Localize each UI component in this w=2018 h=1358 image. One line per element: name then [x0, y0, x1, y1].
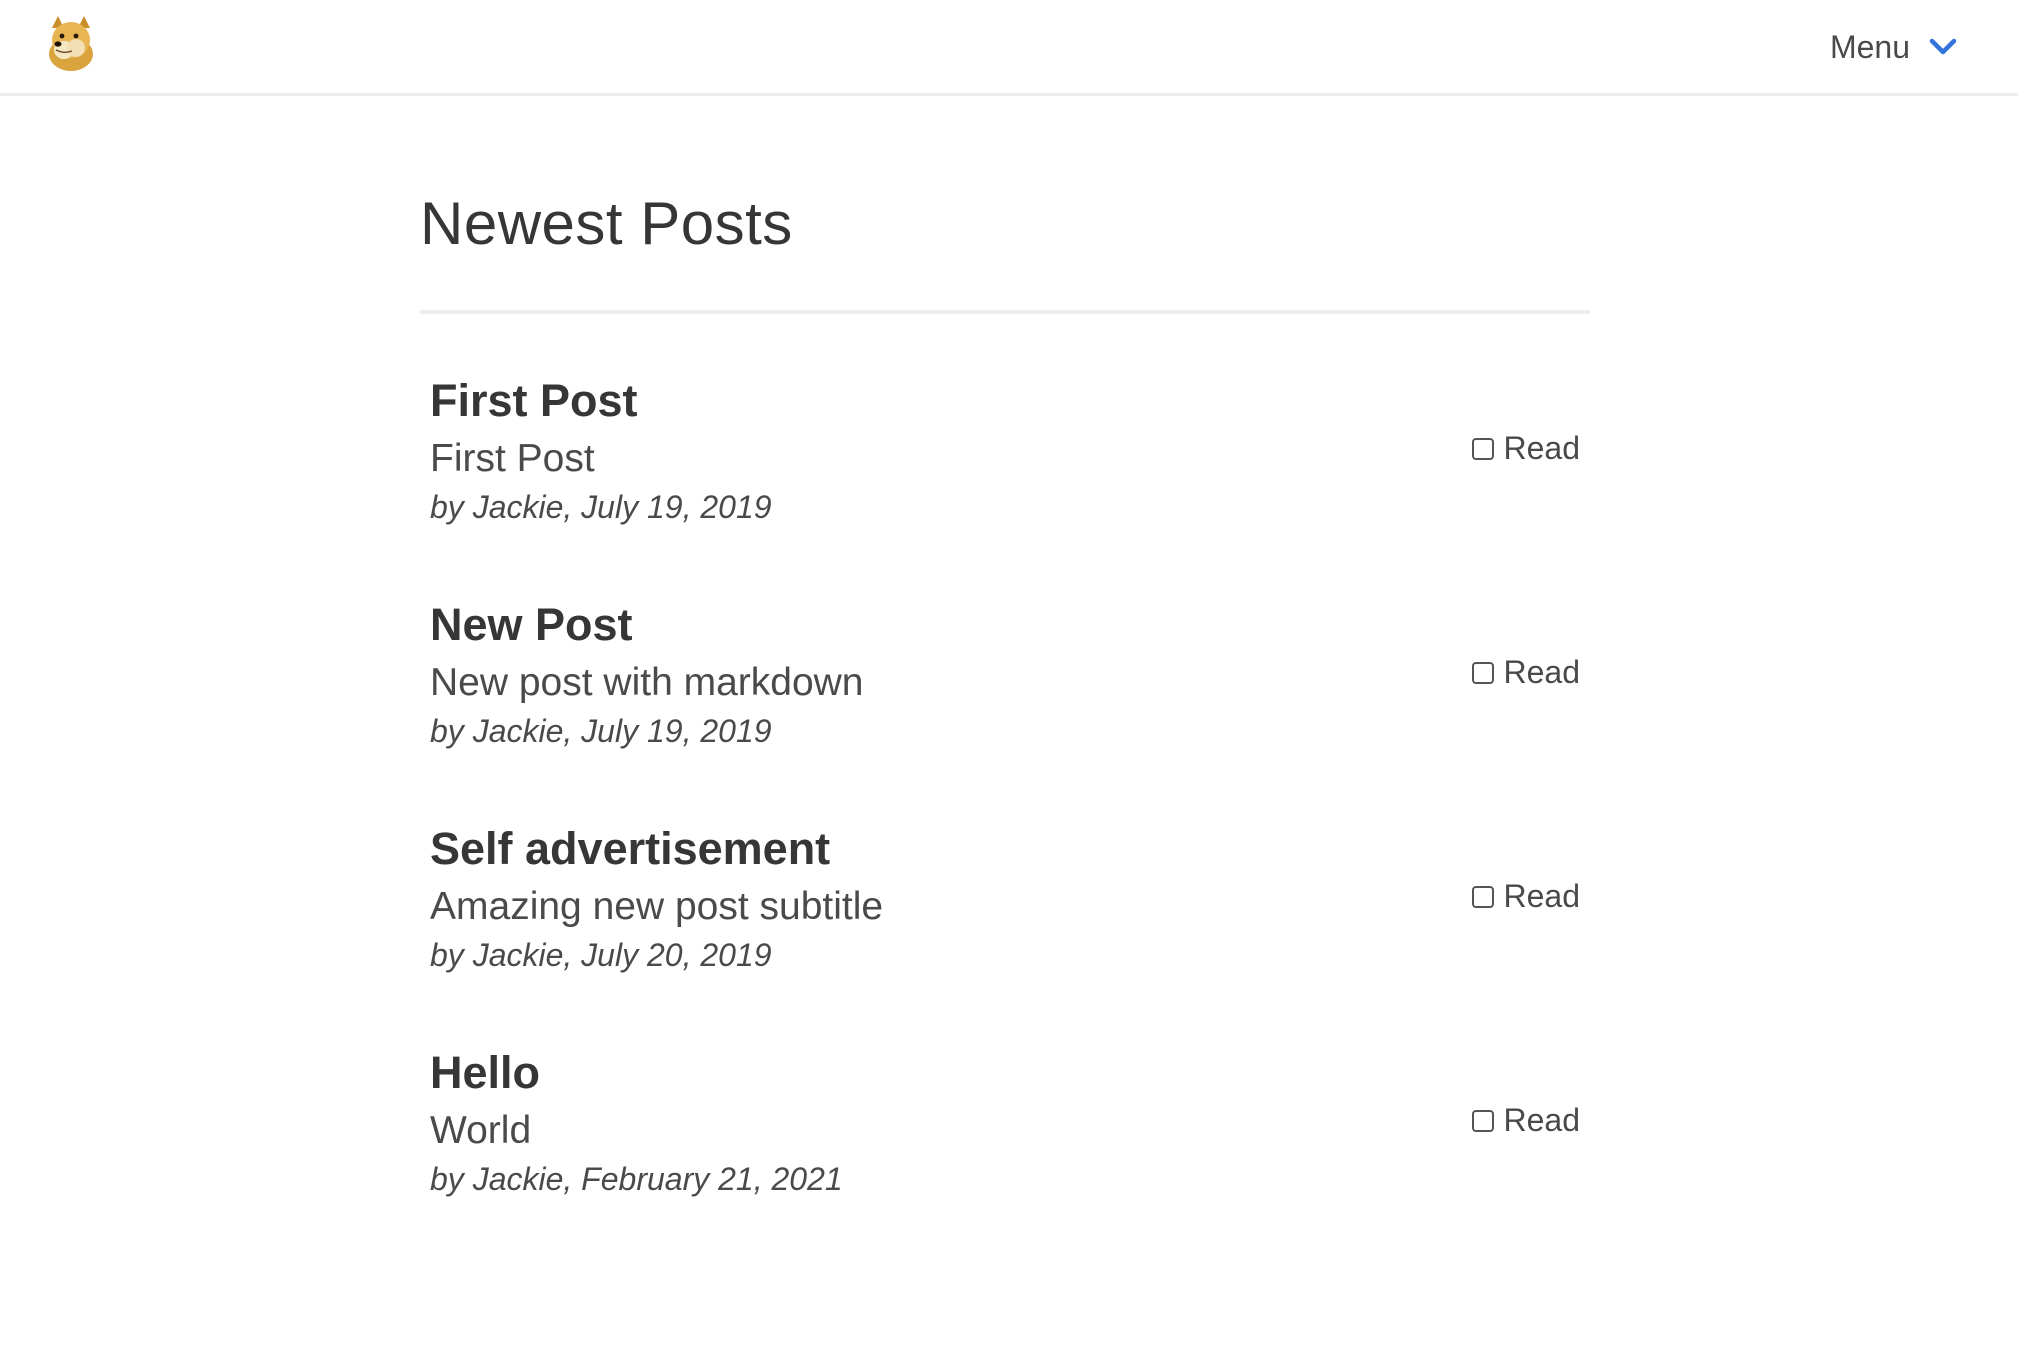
doge-logo-icon: [49, 16, 93, 71]
post-item: Self advertisement Amazing new post subt…: [430, 822, 1580, 992]
menu-label: Menu: [1829, 28, 1910, 65]
home-logo-link[interactable]: [46, 14, 96, 72]
read-label: Read: [1503, 878, 1581, 914]
read-checkbox[interactable]: [1471, 437, 1494, 460]
post-item: First Post First Post by Jackie, July 19…: [430, 374, 1580, 544]
read-toggle[interactable]: Read: [1471, 1102, 1581, 1139]
read-toggle[interactable]: Read: [1471, 430, 1581, 467]
read-toggle[interactable]: Read: [1471, 654, 1581, 691]
post-meta: by Jackie, July 19, 2019: [430, 489, 772, 525]
post-subtitle: Amazing new post subtitle: [430, 885, 884, 928]
post-subtitle: First Post: [430, 437, 595, 480]
post-meta: by Jackie, July 19, 2019: [430, 713, 772, 749]
read-label: Read: [1503, 430, 1581, 466]
post-meta: by Jackie, February 21, 2021: [430, 1161, 843, 1197]
read-checkbox[interactable]: [1471, 1109, 1494, 1132]
post-meta: by Jackie, July 20, 2019: [430, 937, 772, 973]
title-divider: [420, 310, 1590, 314]
read-label: Read: [1503, 1102, 1581, 1138]
post-title-link[interactable]: First Post: [430, 374, 638, 428]
post-item: New Post New post with markdown by Jacki…: [430, 598, 1580, 768]
chevron-down-icon: [1929, 38, 1957, 55]
post-title-link[interactable]: Hello: [430, 1046, 540, 1100]
post-subtitle: World: [430, 1109, 532, 1152]
read-checkbox[interactable]: [1471, 885, 1494, 908]
read-label: Read: [1503, 654, 1581, 690]
page-title: Newest Posts: [420, 190, 793, 257]
post-title-link[interactable]: Self advertisement: [430, 822, 830, 876]
read-checkbox[interactable]: [1471, 661, 1494, 684]
read-toggle[interactable]: Read: [1471, 878, 1581, 915]
menu-dropdown-button[interactable]: Menu: [1830, 24, 1958, 70]
navbar: Menu: [0, 0, 2018, 96]
post-subtitle: New post with markdown: [430, 661, 864, 704]
post-title-link[interactable]: New Post: [430, 598, 633, 652]
post-item: Hello World by Jackie, February 21, 2021…: [430, 1046, 1580, 1216]
